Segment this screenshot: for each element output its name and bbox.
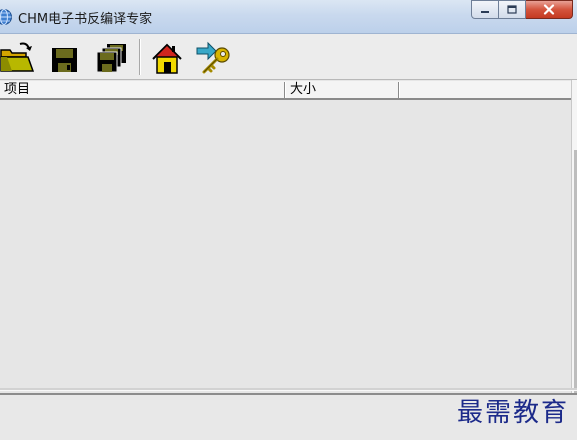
arrow-key-icon — [196, 41, 230, 74]
register-button[interactable] — [196, 40, 230, 76]
toolbar — [0, 34, 577, 80]
list-header: 项目 大小 — [0, 81, 571, 100]
maximize-button[interactable] — [499, 0, 526, 19]
minimize-button[interactable] — [471, 0, 499, 19]
column-header-item[interactable]: 项目 — [4, 81, 282, 98]
minimize-icon — [481, 10, 489, 13]
window-title: CHM电子书反编译专家 — [18, 12, 153, 27]
column-header-size[interactable]: 大小 — [290, 81, 396, 98]
multi-floppy-icon — [96, 44, 126, 73]
close-button[interactable] — [526, 0, 573, 19]
watermark-text: 最需教育 — [456, 398, 569, 428]
column-divider[interactable] — [398, 82, 400, 98]
home-button[interactable] — [150, 40, 184, 76]
window-controls — [471, 0, 573, 20]
maximize-icon — [507, 5, 517, 14]
close-icon — [543, 4, 555, 15]
toolbar-separator — [139, 39, 141, 75]
open-folder-icon — [0, 42, 35, 72]
column-divider[interactable] — [284, 82, 286, 98]
floppy-disk-icon — [52, 48, 77, 72]
save-button[interactable] — [48, 40, 82, 76]
column-header-empty[interactable] — [404, 81, 568, 98]
divider — [0, 388, 577, 391]
title-bar[interactable]: CHM电子书反编译专家 — [0, 0, 577, 34]
save-all-button[interactable] — [94, 40, 128, 76]
file-list[interactable] — [0, 100, 571, 388]
home-icon — [152, 43, 182, 74]
open-button[interactable] — [0, 40, 35, 76]
globe-icon[interactable] — [0, 8, 13, 26]
